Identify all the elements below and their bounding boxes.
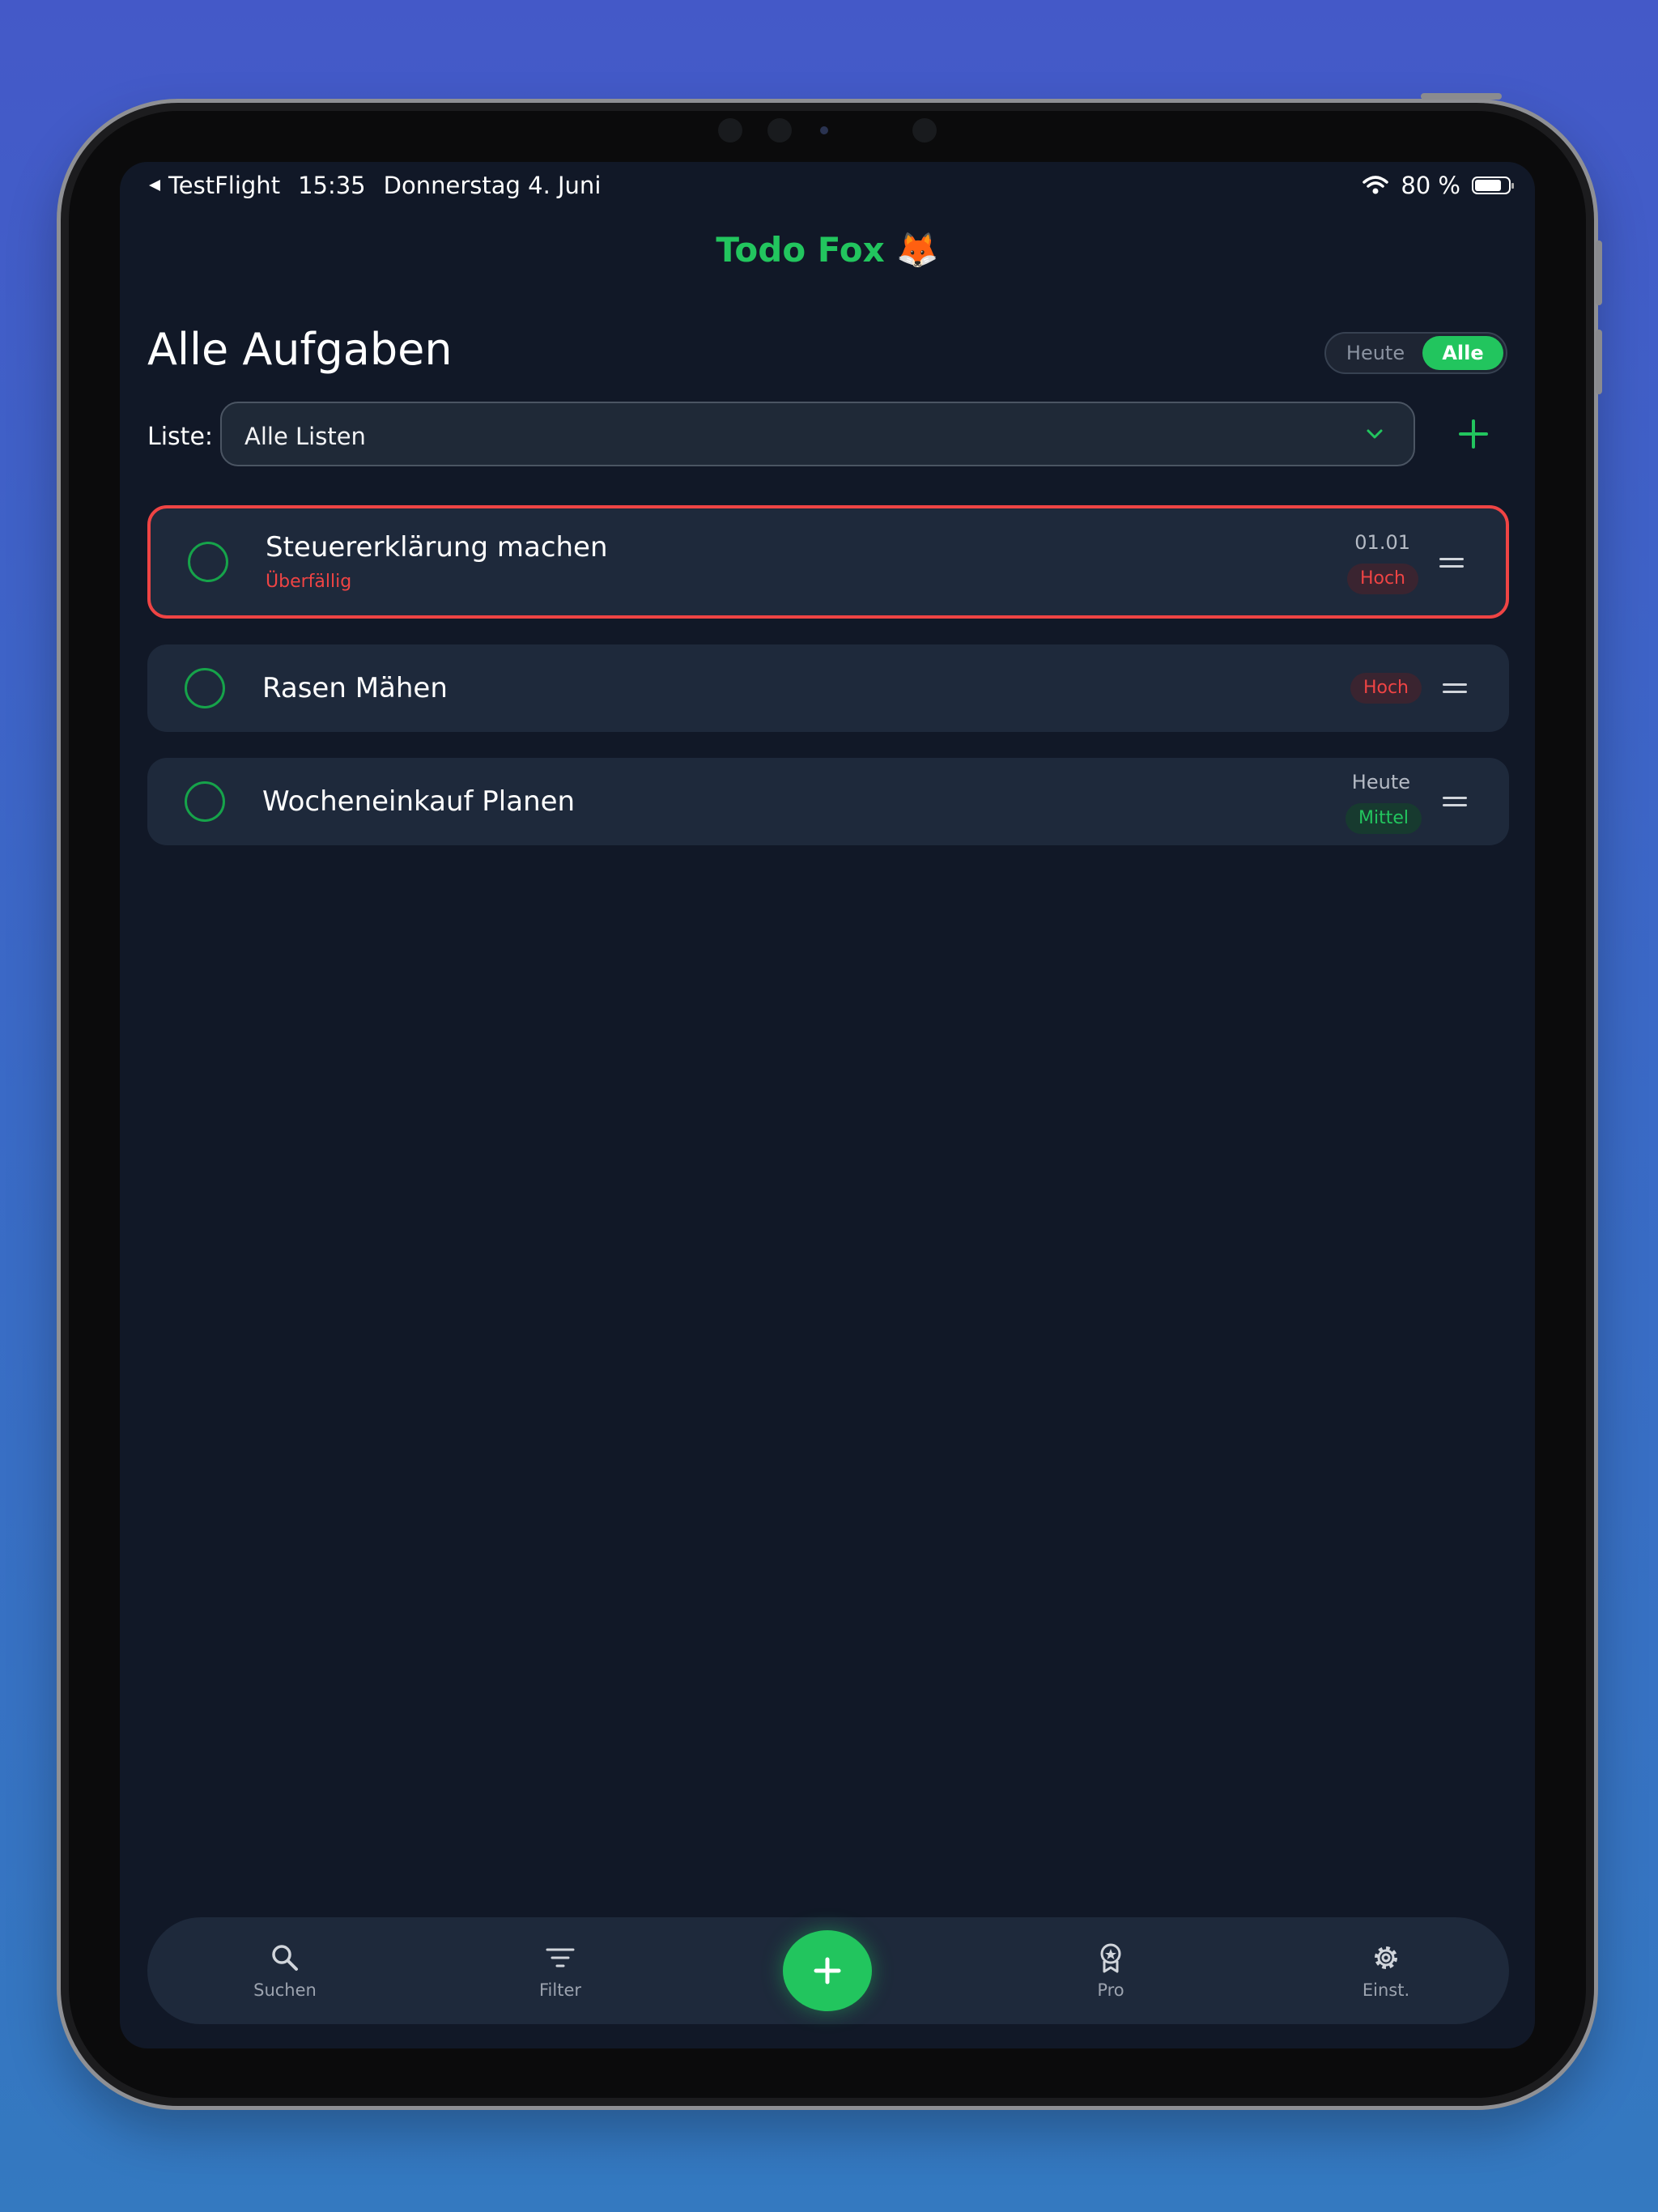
- tab-filter[interactable]: Filter: [504, 1942, 617, 2000]
- task-checkbox[interactable]: [188, 542, 228, 582]
- task-title: Steuererklärung machen: [266, 531, 608, 564]
- page-title: Alle Aufgaben: [147, 324, 453, 375]
- task-card-overdue[interactable]: Steuererklärung machen Überfällig 01.01 …: [147, 505, 1509, 619]
- task-title: Rasen Mähen: [262, 672, 448, 704]
- award-icon: [1100, 1943, 1121, 1973]
- list-filter-label: Liste:: [147, 423, 214, 451]
- camera-sensor: [718, 118, 742, 143]
- task-checkbox[interactable]: [185, 668, 225, 708]
- task-checkbox[interactable]: [185, 781, 225, 822]
- back-app-label: TestFlight: [168, 172, 281, 199]
- status-date: Donnerstag 4. Juni: [383, 172, 602, 199]
- volume-down-button: [1596, 330, 1602, 394]
- overdue-label: Überfällig: [266, 572, 352, 592]
- drag-handle-icon[interactable]: [1443, 797, 1467, 806]
- priority-badge: Mittel: [1346, 803, 1422, 834]
- status-time: 15:35: [298, 172, 366, 199]
- task-card[interactable]: Rasen Mähen Hoch: [147, 644, 1509, 732]
- status-bar: TestFlight 15:35 Donnerstag 4. Juni 80 %: [120, 162, 1535, 211]
- camera-sensor: [912, 118, 937, 143]
- task-title: Wocheneinkauf Planen: [262, 785, 576, 818]
- toggle-all[interactable]: Alle: [1422, 336, 1503, 370]
- volume-up-button: [1596, 240, 1602, 305]
- drag-handle-icon[interactable]: [1443, 683, 1467, 693]
- plus-icon: [814, 1957, 841, 1984]
- tab-settings[interactable]: Einst.: [1329, 1942, 1443, 2000]
- priority-badge: Hoch: [1350, 673, 1422, 704]
- battery-icon: [1472, 177, 1514, 194]
- list-select[interactable]: Alle Listen: [220, 402, 1415, 466]
- camera-lens: [820, 126, 828, 134]
- tab-search-label: Suchen: [253, 1980, 317, 2000]
- add-list-button[interactable]: [1448, 408, 1499, 460]
- chevron-down-icon: [1367, 429, 1383, 439]
- app-title: Todo Fox 🦊: [716, 230, 939, 270]
- search-icon: [272, 1945, 298, 1971]
- drag-handle-icon[interactable]: [1439, 558, 1464, 568]
- tab-search[interactable]: Suchen: [228, 1942, 342, 2000]
- list-select-value: Alle Listen: [244, 423, 366, 450]
- battery-percent: 80 %: [1401, 172, 1460, 199]
- task-due-date: Heute: [1351, 771, 1410, 793]
- battery-level: [1475, 180, 1501, 191]
- task-due-date: 01.01: [1354, 531, 1410, 554]
- bottom-tab-bar: Suchen Filter Pro Einst.: [147, 1917, 1509, 2024]
- top-button: [1421, 93, 1502, 100]
- back-triangle-icon: [149, 180, 160, 191]
- back-to-testflight[interactable]: TestFlight: [147, 172, 280, 199]
- add-task-button[interactable]: [783, 1930, 872, 2011]
- priority-badge: Hoch: [1346, 564, 1418, 594]
- tab-pro-label: Pro: [1097, 1980, 1124, 2000]
- camera-sensor: [767, 118, 792, 143]
- toggle-today[interactable]: Heute: [1331, 336, 1420, 370]
- gear-icon: [1375, 1946, 1397, 1969]
- tab-filter-label: Filter: [538, 1980, 581, 2000]
- wifi-icon: [1363, 176, 1389, 194]
- filter-icon: [546, 1948, 575, 1967]
- tab-pro[interactable]: Pro: [1054, 1942, 1167, 2000]
- app-screen: TestFlight 15:35 Donnerstag 4. Juni 80 %…: [120, 162, 1535, 2048]
- tab-settings-label: Einst.: [1362, 1980, 1410, 2000]
- task-card[interactable]: Wocheneinkauf Planen Heute Mittel: [147, 758, 1509, 845]
- day-scope-toggle[interactable]: Heute Alle: [1324, 332, 1507, 374]
